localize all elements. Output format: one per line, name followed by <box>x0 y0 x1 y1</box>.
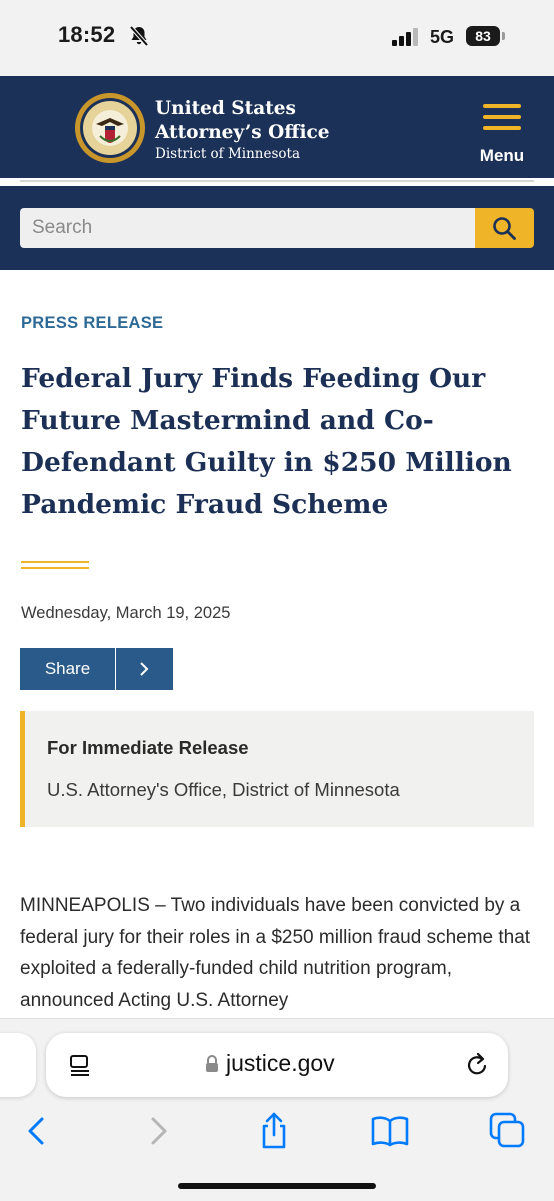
org-name: United States Attorney’s Office <box>155 97 330 145</box>
address-bar[interactable]: justice.gov <box>46 1033 508 1097</box>
browser-toolbar: justice.gov <box>0 1018 554 1201</box>
hamburger-icon-bar <box>483 126 521 130</box>
bookmarks-icon[interactable] <box>370 1111 410 1151</box>
battery-tip <box>502 32 505 40</box>
reload-icon[interactable] <box>466 1052 490 1078</box>
bell-slash-icon <box>129 25 149 47</box>
org-name-line2: Attorney’s Office <box>155 122 330 143</box>
accent-rule <box>21 567 89 569</box>
share-button[interactable]: Share <box>20 648 115 690</box>
lock-icon <box>206 1055 218 1072</box>
menu-button[interactable]: Menu <box>472 100 532 166</box>
share-expand-button[interactable] <box>116 648 173 690</box>
search-icon <box>493 217 516 240</box>
signal-icon <box>392 28 418 46</box>
release-notice: For Immediate Release U.S. Attorney's Of… <box>20 711 534 827</box>
search-band <box>0 186 554 270</box>
hamburger-icon-bar <box>483 115 521 119</box>
release-date: Wednesday, March 19, 2025 <box>21 604 231 622</box>
page-title: Federal Jury Finds Feeding Our Future Ma… <box>21 363 512 520</box>
previous-tab-preview[interactable] <box>0 1033 36 1097</box>
forward-icon[interactable] <box>138 1111 178 1151</box>
chevron-right-icon <box>140 662 149 676</box>
notice-title: For Immediate Release <box>47 737 249 758</box>
doj-seal-logo[interactable] <box>74 92 146 164</box>
status-time: 18:52 <box>58 22 116 47</box>
search-input[interactable] <box>20 208 475 248</box>
divider-line <box>20 180 534 182</box>
back-icon[interactable] <box>17 1111 57 1151</box>
hamburger-icon-bar <box>483 104 521 108</box>
tabs-icon[interactable] <box>488 1111 528 1151</box>
share-icon[interactable] <box>254 1111 294 1151</box>
org-name-line1: United States <box>155 98 296 119</box>
notice-office: U.S. Attorney's Office, District of Minn… <box>47 779 400 800</box>
menu-label: Menu <box>479 146 525 165</box>
home-indicator <box>178 1183 376 1189</box>
org-district: District of Minnesota <box>155 146 301 162</box>
accent-rule <box>21 561 89 563</box>
status-bar: 18:52 5G 83 <box>0 0 554 76</box>
network-label: 5G <box>430 27 455 47</box>
search-button[interactable] <box>475 208 534 248</box>
battery-icon: 83 <box>466 26 500 46</box>
url-text: justice.gov <box>226 1050 335 1076</box>
press-release-label: PRESS RELEASE <box>21 314 164 332</box>
article-body: MINNEAPOLIS – Two individuals have been … <box>20 895 531 1011</box>
reader-mode-icon[interactable] <box>68 1053 92 1077</box>
site-header: United States Attorney’s Office District… <box>0 76 554 178</box>
